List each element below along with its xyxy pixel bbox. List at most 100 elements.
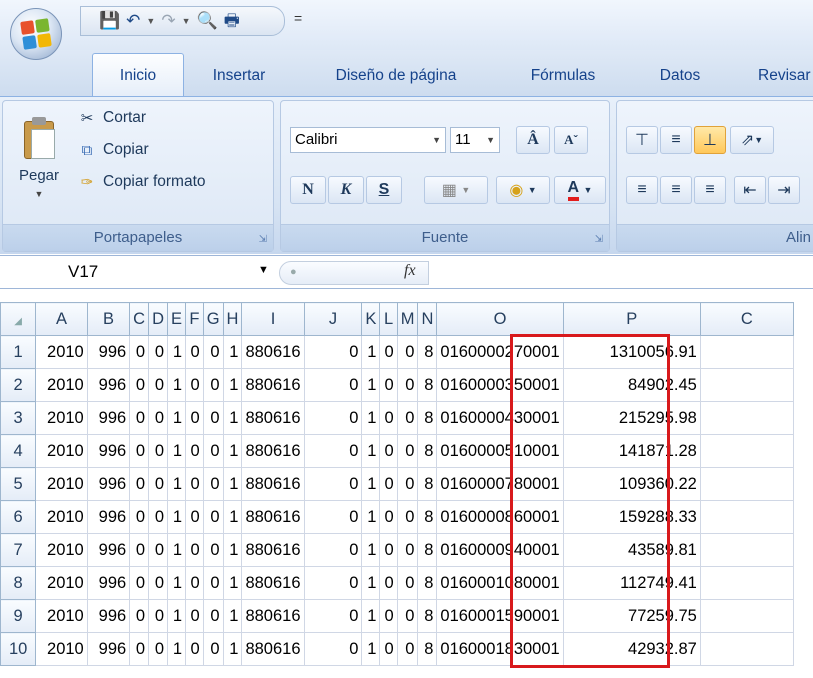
cell[interactable]: 0: [396, 467, 419, 501]
borders-button[interactable]: ▦ ▼: [424, 176, 488, 204]
cell[interactable]: 0: [148, 599, 169, 633]
cell[interactable]: 0: [148, 500, 169, 534]
cell[interactable]: 0: [396, 566, 419, 600]
align-left-button[interactable]: ≡: [626, 176, 658, 204]
cell[interactable]: [699, 632, 794, 666]
cell[interactable]: 0: [129, 368, 150, 402]
cell[interactable]: 996: [86, 467, 131, 501]
cell[interactable]: 0: [379, 566, 398, 600]
copy-button[interactable]: ⧉ Copiar: [77, 137, 149, 163]
cell[interactable]: 0: [202, 599, 224, 633]
align-right-button[interactable]: ≡: [694, 176, 726, 204]
cell[interactable]: 77259.75: [562, 599, 701, 633]
select-all-corner[interactable]: ◢: [0, 302, 37, 336]
name-box[interactable]: V17: [0, 258, 270, 286]
cell[interactable]: 0: [202, 401, 224, 435]
cell[interactable]: 1: [167, 467, 187, 501]
cell[interactable]: 0: [185, 401, 204, 435]
row-header[interactable]: 8: [0, 566, 37, 600]
row-header[interactable]: 6: [0, 500, 37, 534]
cell[interactable]: 0: [202, 368, 224, 402]
cell[interactable]: 159288.33: [562, 500, 701, 534]
cell[interactable]: 0160001590001: [436, 599, 564, 633]
cell[interactable]: 2010: [35, 401, 88, 435]
column-header-g[interactable]: G: [202, 302, 224, 336]
cell[interactable]: 0: [379, 632, 398, 666]
cell[interactable]: 996: [86, 566, 131, 600]
cell[interactable]: 1: [361, 632, 381, 666]
column-header-k[interactable]: K: [361, 302, 381, 336]
cell[interactable]: 1: [361, 368, 381, 402]
align-bottom-button[interactable]: ⊥: [694, 126, 726, 154]
cell[interactable]: 0: [202, 533, 224, 567]
cell[interactable]: 2010: [35, 368, 88, 402]
cell[interactable]: 880616: [241, 599, 305, 633]
row-header[interactable]: 1: [0, 335, 37, 369]
cell[interactable]: 1: [167, 599, 187, 633]
cell[interactable]: 1: [361, 533, 381, 567]
cell[interactable]: [699, 599, 794, 633]
row-header[interactable]: 4: [0, 434, 37, 468]
cell[interactable]: 141871.28: [562, 434, 701, 468]
cell[interactable]: 0: [202, 566, 224, 600]
cell[interactable]: 996: [86, 533, 131, 567]
paste-dropdown-icon[interactable]: ▼: [35, 189, 44, 199]
cell[interactable]: 2010: [35, 335, 88, 369]
italic-button[interactable]: K: [328, 176, 364, 204]
column-header-a[interactable]: A: [35, 302, 88, 336]
office-button[interactable]: [10, 8, 62, 60]
row-header[interactable]: 10: [0, 632, 37, 666]
cell[interactable]: 0: [379, 401, 398, 435]
cell[interactable]: 0: [129, 401, 150, 435]
cell[interactable]: 1: [361, 500, 381, 534]
row-header[interactable]: 2: [0, 368, 37, 402]
undo-dropdown-icon[interactable]: ▼: [146, 16, 155, 26]
tab-revisar[interactable]: Revisar: [738, 53, 813, 96]
cell[interactable]: 0: [202, 467, 224, 501]
cell[interactable]: 0: [148, 368, 169, 402]
cell[interactable]: 2010: [35, 434, 88, 468]
cell[interactable]: 0: [303, 467, 363, 501]
cell[interactable]: 8: [417, 368, 438, 402]
orientation-button[interactable]: ⇗ ▼: [730, 126, 774, 154]
redo-dropdown-icon[interactable]: ▼: [182, 16, 191, 26]
cell[interactable]: 8: [417, 335, 438, 369]
cell[interactable]: 0: [148, 335, 169, 369]
increase-indent-button[interactable]: ⇥: [768, 176, 800, 204]
cell[interactable]: 0: [185, 500, 204, 534]
cell[interactable]: 8: [417, 566, 438, 600]
cell[interactable]: 0: [379, 599, 398, 633]
cell[interactable]: 0: [396, 434, 419, 468]
tab-inicio[interactable]: Inicio: [92, 53, 184, 96]
cell[interactable]: 880616: [241, 566, 305, 600]
cell[interactable]: [699, 401, 794, 435]
column-header-n[interactable]: N: [417, 302, 438, 336]
cell[interactable]: 2010: [35, 566, 88, 600]
cell[interactable]: 0: [379, 467, 398, 501]
cell[interactable]: 1: [361, 401, 381, 435]
cell[interactable]: 0: [303, 401, 363, 435]
insert-function-button[interactable]: fx: [404, 262, 416, 280]
spreadsheet-grid[interactable]: ◢ A B C D E F G H I J K L M N O P C 1 201…: [0, 302, 813, 666]
cell[interactable]: 0: [129, 533, 150, 567]
cell[interactable]: 0: [379, 335, 398, 369]
column-header-l[interactable]: L: [379, 302, 398, 336]
cell[interactable]: 880616: [241, 368, 305, 402]
print-preview-icon[interactable]: 🔍: [197, 11, 218, 31]
cell[interactable]: 0: [379, 533, 398, 567]
column-header-d[interactable]: D: [148, 302, 169, 336]
cell[interactable]: 0: [148, 632, 169, 666]
cell[interactable]: 0: [303, 335, 363, 369]
cell[interactable]: 0: [396, 401, 419, 435]
cell[interactable]: 0: [129, 500, 150, 534]
align-top-button[interactable]: ⊤: [626, 126, 658, 154]
cell[interactable]: 0: [202, 335, 224, 369]
cell[interactable]: 996: [86, 335, 131, 369]
cell[interactable]: 0: [303, 566, 363, 600]
cell[interactable]: 0: [202, 500, 224, 534]
cell[interactable]: 2010: [35, 533, 88, 567]
cell[interactable]: 1310056.91: [562, 335, 701, 369]
cell[interactable]: 996: [86, 434, 131, 468]
cell[interactable]: 0: [148, 467, 169, 501]
cell[interactable]: 0: [129, 434, 150, 468]
